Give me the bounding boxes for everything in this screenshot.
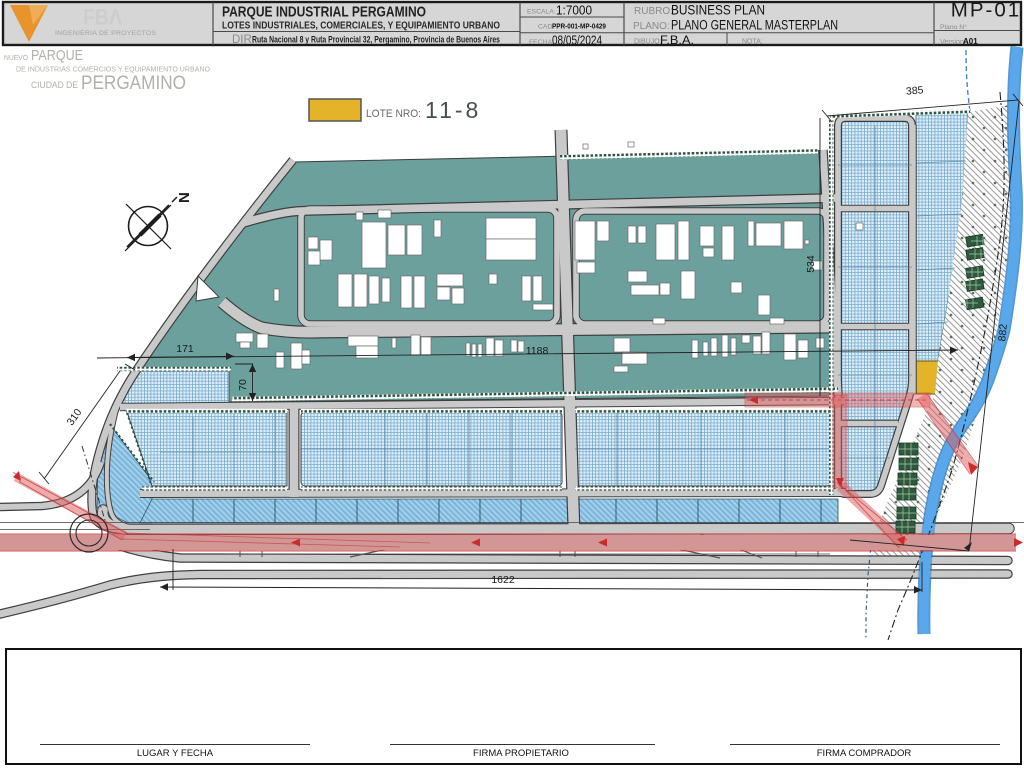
- svg-text:70: 70: [237, 379, 249, 391]
- svg-text:PPR-001-MP-0429: PPR-001-MP-0429: [552, 22, 606, 31]
- svg-text:FECHA:: FECHA:: [529, 39, 554, 46]
- svg-text:PARQUE INDUSTRIAL PERGAMINO: PARQUE INDUSTRIAL PERGAMINO: [222, 4, 426, 21]
- svg-text:385: 385: [905, 84, 924, 97]
- svg-text:Version: Version: [940, 37, 964, 46]
- svg-text:FBΛ: FBΛ: [83, 5, 122, 30]
- svg-text:DIBUJO:: DIBUJO:: [634, 39, 662, 46]
- svg-text:NOTA:: NOTA:: [742, 39, 763, 46]
- svg-text:INGENIERIA DE PROYECTOS: INGENIERIA DE PROYECTOS: [55, 30, 156, 37]
- svg-text:CIUDAD DE: CIUDAD DE: [31, 80, 78, 91]
- svg-text:1:7000: 1:7000: [556, 4, 592, 18]
- svg-text:LOTE NRO:: LOTE NRO:: [366, 108, 421, 120]
- svg-text:11-8: 11-8: [425, 97, 481, 123]
- svg-text:RUBRO:: RUBRO:: [634, 6, 673, 17]
- svg-text:171: 171: [176, 343, 194, 355]
- svg-text:534: 534: [805, 255, 817, 273]
- svg-text:Ruta Nacional 8 y Ruta Provinc: Ruta Nacional 8 y Ruta Provincial 32, Pe…: [252, 35, 500, 45]
- svg-text:N: N: [176, 192, 193, 203]
- svg-text:1622: 1622: [491, 574, 515, 586]
- svg-text:BUSINESS PLAN: BUSINESS PLAN: [671, 3, 765, 18]
- svg-text:Plano N°: Plano N°: [940, 23, 967, 31]
- svg-text:F.B.A.: F.B.A.: [660, 35, 694, 47]
- svg-text:08/05/2024: 08/05/2024: [552, 34, 602, 48]
- svg-text:PLANO GENERAL MASTERPLAN: PLANO GENERAL MASTERPLAN: [671, 18, 838, 33]
- svg-text:PERGAMINO: PERGAMINO: [81, 73, 186, 94]
- svg-text:A01: A01: [963, 37, 978, 46]
- svg-text:ESCALA:: ESCALA:: [527, 9, 556, 16]
- svg-text:PLANO:: PLANO:: [633, 21, 670, 32]
- svg-text:LOTES INDUSTRIALES, COMERCIALE: LOTES INDUSTRIALES, COMERCIALES, Y EQUIP…: [222, 21, 500, 32]
- svg-text:882: 882: [996, 323, 1010, 342]
- svg-text:1188: 1188: [526, 345, 549, 357]
- svg-text:MP-01: MP-01: [951, 0, 1021, 22]
